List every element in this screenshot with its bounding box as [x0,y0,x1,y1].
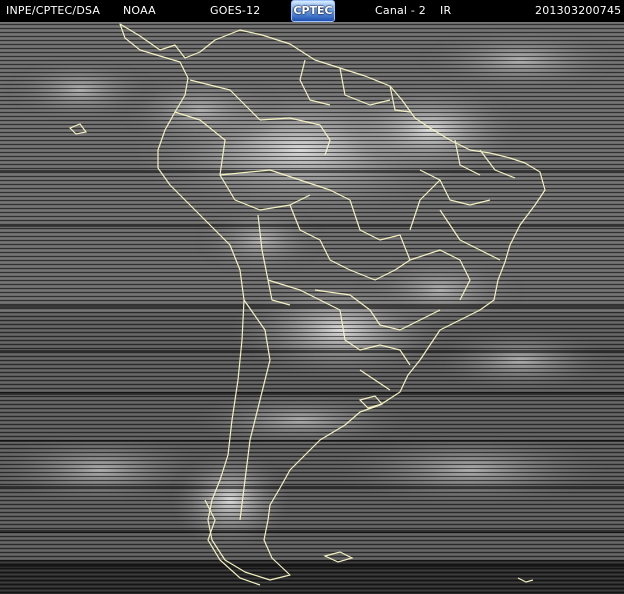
header-bar: INPE/CPTEC/DSA NOAA GOES-12 CPTEC Canal … [0,0,624,22]
agency-label: NOAA [123,4,156,17]
cptec-logo: CPTEC [291,0,335,22]
satellite-label: GOES-12 [210,4,261,17]
channel-label: Canal - 2 [375,4,426,17]
datetime-label: 201303200745 [535,4,622,17]
band-label: IR [440,4,452,17]
organization-label: INPE/CPTEC/DSA [6,4,101,17]
logo-text: CPTEC [293,4,333,17]
satellite-image [0,22,624,594]
